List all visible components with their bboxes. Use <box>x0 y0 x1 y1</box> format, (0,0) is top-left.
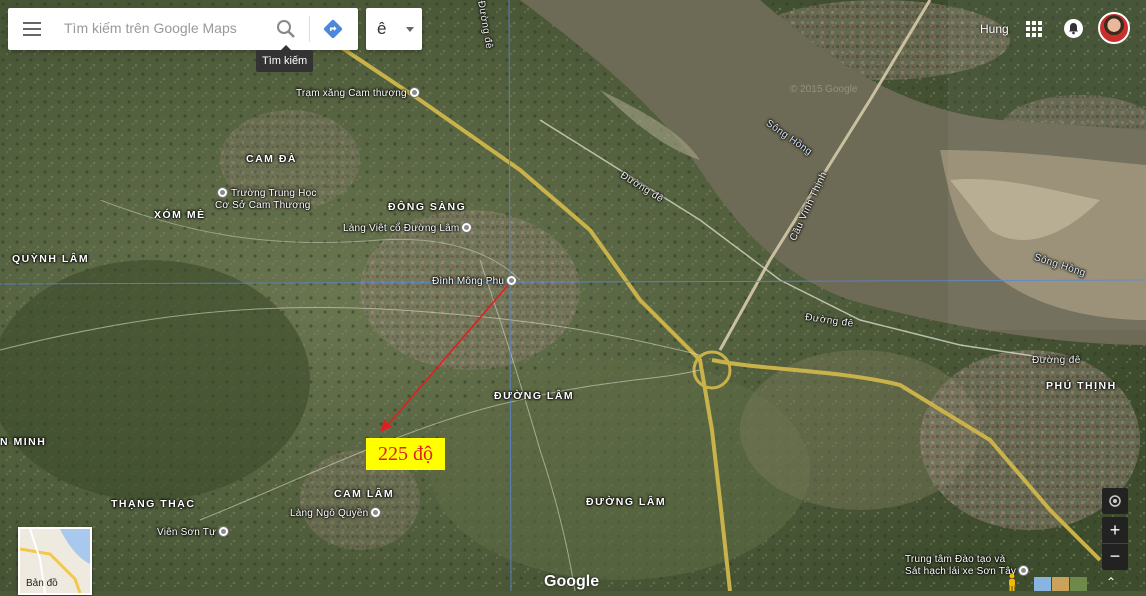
google-logo: Google <box>544 573 600 590</box>
search-tooltip: Tìm kiếm <box>256 45 314 72</box>
search-input[interactable]: Tìm kiếm trên Google Maps <box>64 20 237 36</box>
temple-icon <box>218 526 230 537</box>
place-label: XÓM MÈ <box>154 209 206 221</box>
place-label: CAM ĐÀ <box>246 153 297 165</box>
place-label: ĐÔNG SÀNG <box>388 201 467 213</box>
map-type-toggle[interactable]: Bản đồ <box>18 527 92 595</box>
expand-icon[interactable]: ⌃ <box>1106 575 1116 589</box>
place-label: ĐƯỜNG LÂM <box>494 390 575 402</box>
poi-label[interactable]: Trạm xăng Cam thượng <box>296 87 420 99</box>
map-watermark: © 2015 Google <box>790 84 858 95</box>
landmark-icon <box>370 507 382 518</box>
location-target-icon <box>1109 495 1121 507</box>
search-button[interactable] <box>273 17 299 41</box>
search-icon <box>277 20 295 38</box>
place-label: CAM LÂM <box>334 488 395 500</box>
directions-icon <box>323 19 343 39</box>
menu-icon[interactable] <box>23 22 41 36</box>
temple-icon <box>506 275 518 286</box>
divider <box>309 16 310 42</box>
apps-grid-icon[interactable] <box>1026 21 1042 37</box>
school-icon <box>1018 565 1030 576</box>
place-label: QUỲNH LÂM <box>12 253 90 265</box>
place-label: PHÚ THỊNH <box>1046 380 1117 392</box>
avatar[interactable] <box>1098 12 1130 44</box>
poi-label[interactable]: Làng Ngô Quyền <box>290 507 382 519</box>
search-box: Tìm kiếm trên Google Maps <box>8 8 358 50</box>
zoom-in-button[interactable]: + <box>1102 517 1128 543</box>
place-label: N MINH <box>0 436 47 448</box>
road-label: Đường đê <box>1032 355 1081 366</box>
user-name[interactable]: Hung <box>980 22 1009 36</box>
language-value: ê <box>377 19 387 38</box>
my-location-button[interactable] <box>1102 488 1128 514</box>
notifications-icon[interactable] <box>1064 19 1083 38</box>
zoom-out-button[interactable]: − <box>1102 543 1128 570</box>
photo-thumbnails-icon <box>1034 577 1087 591</box>
poi-label[interactable]: Viên Sơn Tự <box>157 526 230 538</box>
directions-button[interactable] <box>322 18 344 40</box>
angle-callout: 225 độ <box>366 438 445 470</box>
gas-station-icon <box>408 87 420 98</box>
landmark-icon <box>461 222 473 233</box>
place-label: ĐƯỜNG LÂM <box>586 496 667 508</box>
poi-label[interactable]: Trường Trung Học Cơ Sở Cam Thượng <box>215 187 317 212</box>
chevron-down-icon <box>406 27 414 32</box>
poi-label[interactable]: Làng Việt cổ Đường Lâm <box>343 222 473 234</box>
map-type-label: Bản đồ <box>26 578 58 589</box>
pegman-icon[interactable] <box>1005 573 1019 591</box>
school-icon <box>217 187 228 198</box>
photos-strip[interactable] <box>1034 577 1088 591</box>
poi-label[interactable]: Đình Mông Phụ <box>432 275 518 287</box>
place-label: THẠNG THẠC <box>111 498 196 510</box>
language-select[interactable]: ê <box>366 8 422 50</box>
